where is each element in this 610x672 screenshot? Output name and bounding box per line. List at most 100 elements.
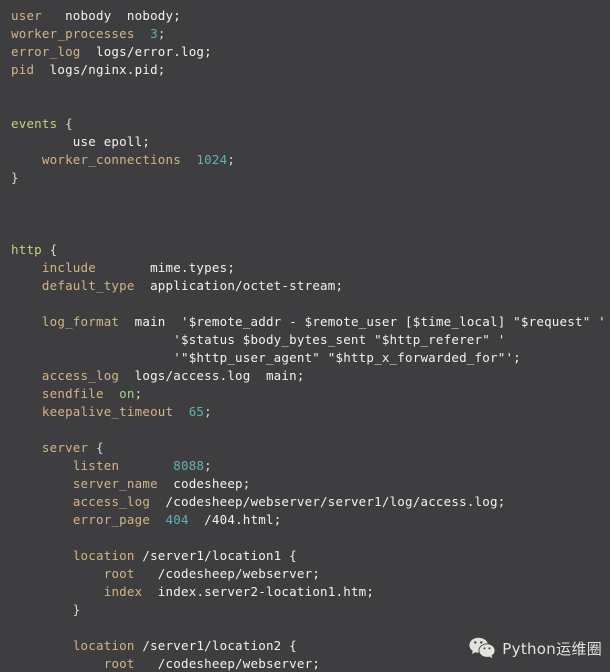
code-line: '$status $body_bytes_sent "$http_referer… — [11, 331, 610, 349]
code-token: server — [41, 440, 89, 455]
code-line: include mime.types; — [11, 259, 610, 277]
code-line: location /server1/location1 { — [11, 547, 610, 565]
code-line: } — [11, 601, 610, 619]
code-line: access_log logs/access.log main; — [11, 367, 610, 385]
code-token: root — [103, 656, 135, 671]
code-token: 8088 — [173, 458, 205, 473]
code-token: 3 — [150, 26, 158, 41]
code-token: events — [11, 116, 58, 131]
code-token: { — [88, 440, 104, 455]
code-token: index — [103, 584, 143, 599]
code-token: root — [103, 566, 135, 581]
code-token: location — [72, 548, 135, 563]
code-token: } — [11, 602, 81, 617]
code-line: worker_connections 1024; — [11, 151, 610, 169]
code-line: } — [11, 169, 610, 187]
code-token: use epoll; — [11, 134, 151, 149]
code-token: } — [11, 170, 19, 185]
code-line: listen 8088; — [11, 457, 610, 475]
code-token: /404.html; — [188, 512, 282, 527]
code-token: error_page — [72, 512, 151, 527]
code-token: /server1/location2 { — [134, 638, 297, 653]
code-block: user nobody nobody; worker_processes 3; er… — [11, 7, 610, 672]
code-token: worker_connections — [41, 152, 181, 167]
code-line: user nobody nobody; — [11, 7, 610, 25]
code-token: ; — [204, 404, 212, 419]
code-token: { — [57, 116, 73, 131]
code-line: sendfile on; — [11, 385, 610, 403]
code-token: keepalive_timeout — [41, 404, 174, 419]
code-token: default_type — [41, 278, 135, 293]
code-token: on — [119, 386, 135, 401]
code-token: /server1/location1 { — [134, 548, 297, 563]
code-token: error_log — [11, 44, 81, 59]
code-token: { — [41, 242, 58, 257]
code-token: '"$http_user_agent" "$http_x_forwarded_f… — [11, 350, 521, 365]
code-line: keepalive_timeout 65; — [11, 403, 610, 421]
code-line: root /codesheep/webserver; — [11, 655, 610, 672]
code-line: error_page 404 /404.html; — [11, 511, 610, 529]
code-line: location /server1/location2 { — [11, 637, 610, 655]
code-line: server { — [11, 439, 610, 457]
code-line: events { — [11, 115, 610, 133]
code-token: access_log — [41, 368, 120, 383]
code-token: '$status $body_bytes_sent "$http_referer… — [11, 332, 506, 347]
code-token: ; — [204, 458, 212, 473]
code-line: '"$http_user_agent" "$http_x_forwarded_f… — [11, 349, 610, 367]
code-line: root /codesheep/webserver; — [11, 565, 610, 583]
code-line: use epoll; — [11, 133, 610, 151]
code-editor-pane[interactable]: user nobody nobody; worker_processes 3; er… — [0, 0, 610, 672]
code-line: worker_processes 3; — [11, 25, 610, 43]
code-line: error_log logs/error.log; — [11, 43, 610, 61]
code-token: http — [11, 242, 42, 257]
code-token: application/octet-stream; — [134, 278, 344, 293]
code-line: log_format main '$remote_addr - $remote_… — [11, 313, 610, 331]
code-token: include — [41, 260, 96, 275]
code-token: /codesheep/webserver; — [134, 656, 321, 671]
code-token: logs/access.log main; — [119, 368, 305, 383]
code-line: default_type application/octet-stream; — [11, 277, 610, 295]
code-token: sendfile — [41, 386, 104, 401]
code-token: /codesheep/webserver/server1/log/access.… — [150, 494, 506, 509]
code-token: nobody nobody; — [41, 8, 181, 23]
code-token: ; — [134, 386, 143, 401]
code-token: access_log — [72, 494, 151, 509]
code-token: location — [72, 638, 135, 653]
code-token: ; — [157, 26, 166, 41]
code-token: worker_processes — [11, 26, 135, 41]
code-line: access_log /codesheep/webserver/server1/… — [11, 493, 610, 511]
code-token: 404 — [165, 512, 189, 527]
code-token: 65 — [188, 404, 205, 419]
code-token: user — [11, 8, 42, 23]
code-token: server_name — [72, 476, 158, 491]
code-token: codesheep; — [157, 476, 251, 491]
code-token: logs/error.log; — [80, 44, 212, 59]
